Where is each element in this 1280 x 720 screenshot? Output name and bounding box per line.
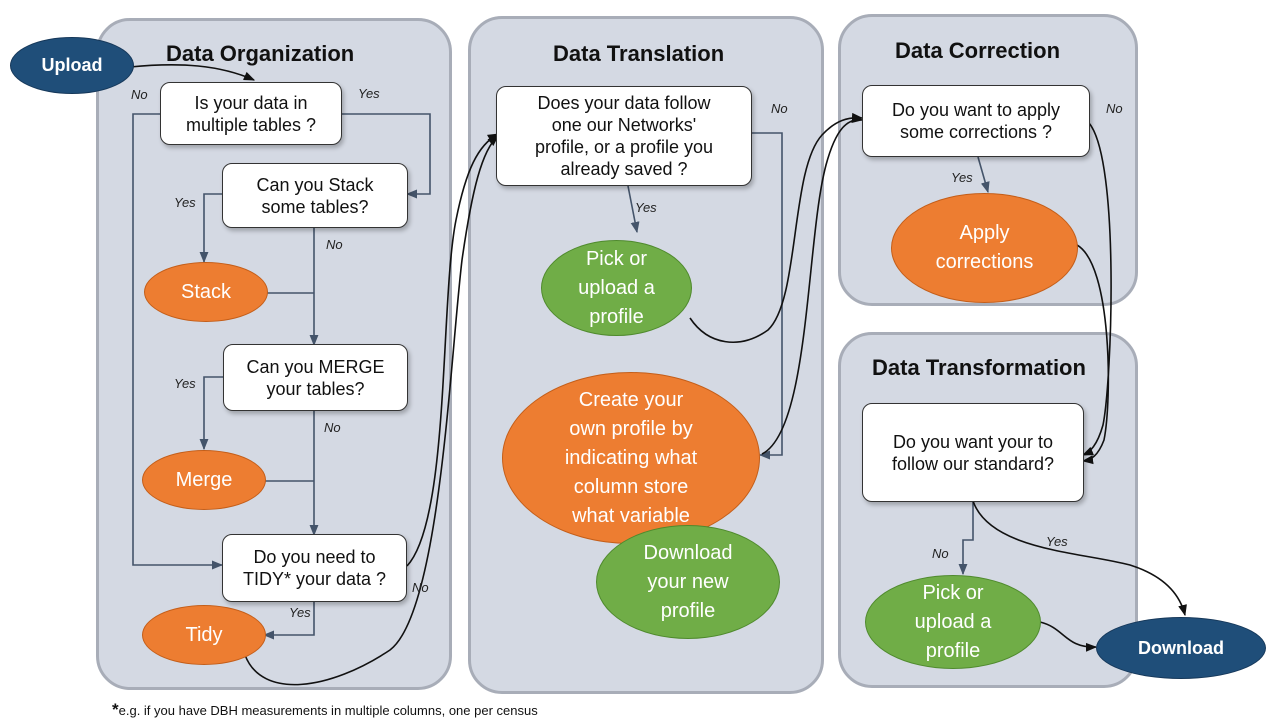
create-profile-action: Create your own profile by indicating wh…: [502, 372, 760, 544]
pick-profile-transformation: Pick or upload a profile: [865, 575, 1041, 669]
stack-action: Stack: [144, 262, 268, 322]
question-follow-standard: Do you want your to follow our standard?: [862, 403, 1084, 502]
apply-corrections-action: Apply corrections: [891, 193, 1078, 303]
edge-pick-to-download: [1039, 621, 1098, 652]
edge-standard-no: [958, 501, 974, 576]
download-profile-action: Download your new profile: [596, 525, 780, 639]
label-multiple-yes: Yes: [358, 86, 380, 101]
upload-node: Upload: [10, 37, 134, 94]
label-correction-no: No: [1106, 101, 1123, 116]
label-profile-no: No: [771, 101, 788, 116]
edge-correction-yes: [977, 156, 990, 194]
question-merge-tables: Can you MERGE your tables?: [223, 344, 408, 411]
question-tidy-data: Do you need to TIDY* your data ?: [222, 534, 407, 602]
label-multiple-no: No: [131, 87, 148, 102]
edge-merge-yes: [199, 376, 223, 451]
edge-correction-no-to-standard: [1081, 122, 1112, 456]
edge-profile-no: [752, 132, 783, 460]
question-stack-tables: Can you Stack some tables?: [222, 163, 408, 228]
download-node: Download: [1096, 617, 1266, 679]
footnote: *e.g. if you have DBH measurements in mu…: [112, 700, 538, 720]
edge-tidy-to-translation: [406, 133, 499, 567]
edge-upload: [129, 64, 256, 81]
label-standard-no: No: [932, 546, 949, 561]
label-merge-no: No: [324, 420, 341, 435]
question-apply-corrections: Do you want to apply some corrections ?: [862, 85, 1090, 157]
label-profile-yes: Yes: [635, 200, 657, 215]
label-merge-yes: Yes: [174, 376, 196, 391]
edge-download-profile-to-correction: [761, 114, 864, 455]
label-standard-yes: Yes: [1046, 534, 1068, 549]
pick-profile-translation: Pick or upload a profile: [541, 240, 692, 336]
footnote-text: e.g. if you have DBH measurements in mul…: [118, 703, 538, 718]
question-follow-profile: Does your data follow one our Networks' …: [496, 86, 752, 186]
label-correction-yes: Yes: [951, 170, 973, 185]
question-multiple-tables: Is your data in multiple tables ?: [160, 82, 342, 145]
label-stack-yes: Yes: [174, 195, 196, 210]
footnote-marker: *: [112, 700, 119, 719]
label-tidy-yes: Yes: [289, 605, 311, 620]
edge-stack-yes: [199, 193, 222, 264]
label-tidy-no: No: [412, 580, 429, 595]
label-stack-no: No: [326, 237, 343, 252]
merge-action: Merge: [142, 450, 266, 510]
tidy-action: Tidy: [142, 605, 266, 665]
